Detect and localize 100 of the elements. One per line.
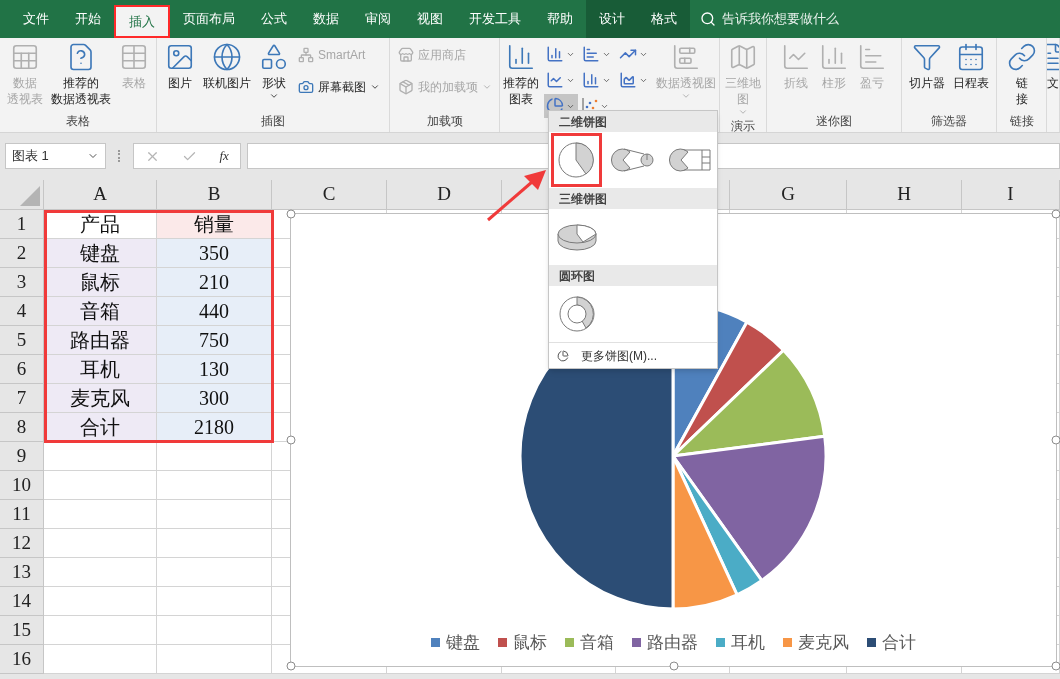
picture-icon bbox=[165, 42, 195, 72]
pivot-table-icon bbox=[10, 42, 40, 72]
ribbon-tab[interactable]: 帮助 bbox=[534, 0, 586, 38]
recommended-chart-icon bbox=[506, 42, 536, 72]
grip-icon bbox=[118, 150, 121, 162]
win-loss-icon bbox=[857, 42, 887, 72]
ribbon-button[interactable]: 日程表 bbox=[950, 38, 992, 112]
caret-icon bbox=[481, 82, 492, 92]
screenshot-icon bbox=[298, 79, 314, 95]
column-header[interactable]: B bbox=[157, 180, 272, 210]
table-cell: 音箱 bbox=[44, 297, 157, 326]
resize-handle[interactable] bbox=[286, 209, 296, 219]
ribbon-tab[interactable]: 开始 bbox=[62, 0, 114, 38]
ribbon-button[interactable]: 图片 bbox=[162, 38, 198, 112]
caret-icon bbox=[370, 82, 380, 92]
name-box[interactable]: 图表 1 bbox=[5, 143, 106, 169]
table-cell: 350 bbox=[157, 239, 272, 268]
search-icon bbox=[700, 11, 716, 27]
resize-handle[interactable] bbox=[286, 661, 296, 671]
ribbon-tab[interactable]: 格式 bbox=[638, 0, 690, 38]
group-label: 筛选器 bbox=[931, 113, 967, 130]
pie-icon bbox=[557, 141, 596, 179]
ribbon-tab[interactable]: 设计 bbox=[586, 0, 638, 38]
map-icon bbox=[728, 42, 758, 72]
column-header[interactable]: I bbox=[962, 180, 1060, 210]
group-label: 链接 bbox=[1009, 113, 1034, 130]
ribbon-button[interactable]: 切片器 bbox=[906, 38, 948, 112]
line-chart-icon bbox=[546, 71, 564, 89]
table-cell: 300 bbox=[157, 384, 272, 413]
insert-function-button[interactable]: fx bbox=[219, 146, 229, 166]
store-icon bbox=[397, 47, 414, 63]
resize-handle[interactable] bbox=[1051, 661, 1060, 671]
column-header[interactable]: A bbox=[44, 180, 157, 210]
ribbon-button[interactable]: 联机图片 bbox=[200, 38, 254, 112]
add-in-icon bbox=[397, 79, 414, 95]
table-cell: 130 bbox=[157, 355, 272, 384]
bar-of-pie-icon bbox=[667, 147, 712, 173]
column-chart-icon bbox=[546, 45, 564, 63]
ribbon-button[interactable]: 形状 bbox=[256, 38, 292, 112]
ribbon-tab[interactable]: 数据 bbox=[300, 0, 352, 38]
legend-label: 麦克风 bbox=[798, 632, 849, 654]
table-cell: 鼠标 bbox=[44, 268, 157, 297]
statistic-chart-icon bbox=[582, 71, 601, 89]
timeline-icon bbox=[956, 42, 986, 72]
menu-section-title: 圆环图 bbox=[559, 267, 595, 285]
legend-label: 鼠标 bbox=[513, 632, 547, 654]
group-label: 迷你图 bbox=[816, 113, 852, 130]
table-cell: 耳机 bbox=[44, 355, 157, 384]
resize-handle[interactable] bbox=[1051, 435, 1060, 445]
ribbon-tab[interactable]: 公式 bbox=[248, 0, 300, 38]
caret-icon bbox=[738, 107, 748, 117]
group-label: 演示 bbox=[731, 118, 755, 132]
table-cell: 210 bbox=[157, 268, 272, 297]
group-label: 插图 bbox=[261, 113, 285, 130]
resize-handle[interactable] bbox=[1051, 209, 1060, 219]
column-sparkline-icon bbox=[819, 42, 849, 72]
annotation-arrow bbox=[486, 168, 548, 222]
chart-option[interactable] bbox=[551, 133, 602, 187]
ribbon-button[interactable]: 屏幕截图 bbox=[298, 74, 380, 100]
ribbon-tab[interactable]: 开发工具 bbox=[456, 0, 534, 38]
ribbon-button[interactable]: 链 接 bbox=[1003, 38, 1040, 112]
resize-handle[interactable] bbox=[286, 435, 296, 445]
column-header[interactable]: C bbox=[272, 180, 387, 210]
column-header[interactable]: G bbox=[730, 180, 847, 210]
ribbon-button[interactable]: 推荐的 数据透视表 bbox=[48, 38, 114, 112]
legend-label: 合计 bbox=[882, 632, 916, 654]
slicer-icon bbox=[912, 42, 942, 72]
shapes-icon bbox=[259, 42, 289, 72]
pivot-chart-icon bbox=[671, 42, 701, 72]
caret-icon bbox=[681, 91, 691, 101]
hierarchy-chart-icon bbox=[582, 45, 601, 63]
more-pie-charts-item[interactable]: 更多饼图(M)... bbox=[549, 342, 717, 368]
resize-handle[interactable] bbox=[669, 661, 678, 671]
legend-label: 键盘 bbox=[446, 632, 480, 654]
table-cell: 440 bbox=[157, 297, 272, 326]
group-label: 加载项 bbox=[426, 113, 463, 130]
ribbon-tab[interactable]: 文件 bbox=[10, 0, 62, 38]
column-header[interactable]: H bbox=[847, 180, 962, 210]
table-cell: 麦克风 bbox=[44, 384, 157, 413]
smartart-icon bbox=[298, 47, 314, 63]
pie-of-pie-icon bbox=[610, 147, 657, 173]
table-cell: 750 bbox=[157, 326, 272, 355]
legend-label: 路由器 bbox=[647, 632, 698, 654]
ribbon-tab[interactable]: 页面布局 bbox=[170, 0, 248, 38]
pie-icon bbox=[557, 349, 569, 362]
ribbon-button[interactable]: 推荐的 图表 bbox=[500, 38, 542, 118]
table-cell: 键盘 bbox=[44, 239, 157, 268]
ribbon-tab[interactable]: 审阅 bbox=[352, 0, 404, 38]
online-picture-icon bbox=[212, 42, 242, 72]
ribbon-tab[interactable]: 视图 bbox=[404, 0, 456, 38]
legend-label: 耳机 bbox=[731, 632, 765, 654]
group-label: 表格 bbox=[66, 113, 90, 130]
search-field[interactable]: 告诉我你想要做什么 bbox=[700, 0, 839, 38]
pie-3d-icon bbox=[556, 222, 598, 252]
column-header[interactable]: D bbox=[387, 180, 502, 210]
ribbon-tab[interactable]: 插入 bbox=[114, 5, 170, 38]
table-cell: 2180 bbox=[157, 413, 272, 442]
caret-icon bbox=[269, 91, 279, 101]
legend-label: 音箱 bbox=[580, 632, 614, 654]
ribbon-button[interactable]: 文 bbox=[1047, 38, 1059, 112]
